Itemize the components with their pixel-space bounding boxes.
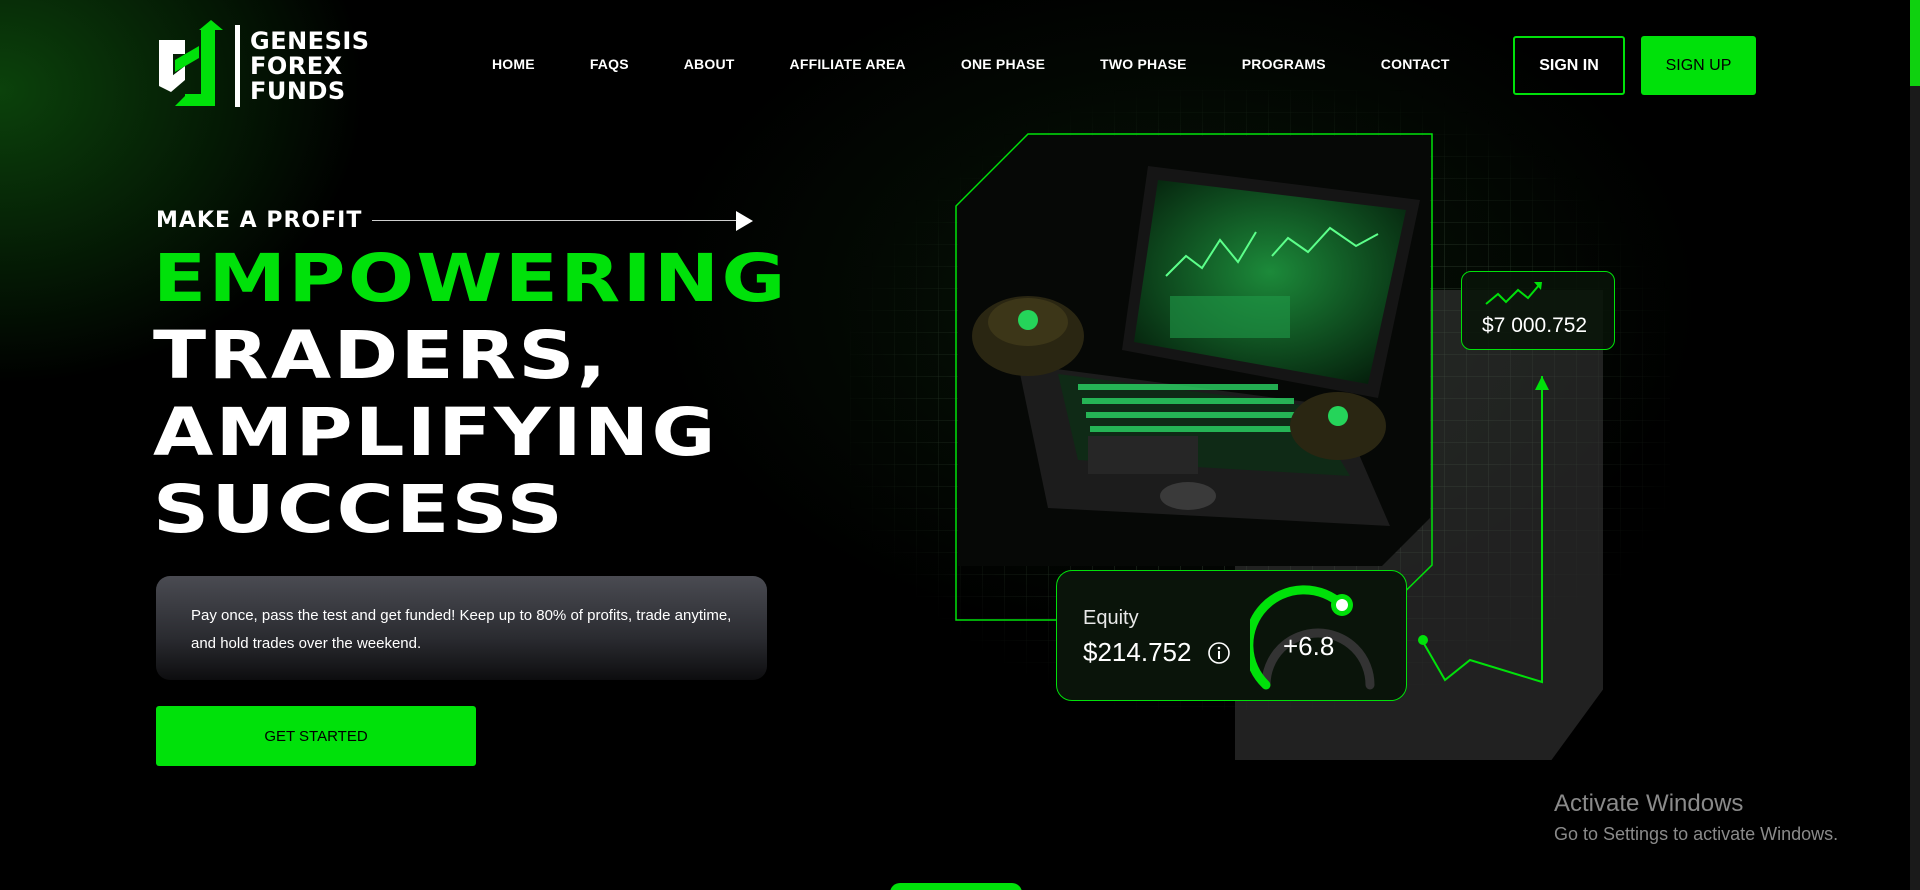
nav-affiliate-area[interactable]: AFFILIATE AREA bbox=[790, 56, 906, 72]
hero-headline: EMPOWERING TRADERS, AMPLIFYING SUCCESS bbox=[153, 240, 788, 548]
value-card-amount: $7 000.752 bbox=[1482, 314, 1588, 337]
get-started-button[interactable]: GET STARTED bbox=[156, 706, 476, 766]
hero-description-box: Pay once, pass the test and get funded! … bbox=[156, 576, 767, 680]
value-card: $7 000.752 bbox=[1461, 271, 1615, 350]
kicker-line bbox=[372, 220, 737, 221]
equity-card: Equity $214.752 +6.8 bbox=[1056, 570, 1407, 701]
nav-programs[interactable]: PROGRAMS bbox=[1242, 56, 1326, 72]
scroll-down-pill[interactable] bbox=[890, 883, 1022, 890]
gauge-value: +6.8 bbox=[1283, 631, 1335, 661]
main-nav: HOME FAQS ABOUT AFFILIATE AREA ONE PHASE… bbox=[492, 56, 1505, 72]
sign-in-button[interactable]: SIGN IN bbox=[1513, 36, 1625, 95]
logo-divider bbox=[235, 25, 240, 107]
laptop-image bbox=[958, 136, 1430, 566]
logo-text: GENESIS FOREX FUNDS bbox=[250, 26, 370, 105]
windows-activation-watermark: Activate Windows Go to Settings to activ… bbox=[1554, 790, 1838, 845]
growth-line bbox=[1418, 376, 1549, 684]
nav-one-phase[interactable]: ONE PHASE bbox=[961, 56, 1045, 72]
scrollbar-thumb[interactable] bbox=[1910, 0, 1920, 86]
logo-mark-icon bbox=[159, 20, 223, 106]
hero-description: Pay once, pass the test and get funded! … bbox=[191, 607, 732, 652]
site-logo[interactable]: GENESIS FOREX FUNDS bbox=[155, 20, 370, 112]
watermark-subtitle: Go to Settings to activate Windows. bbox=[1554, 824, 1839, 844]
nav-about[interactable]: ABOUT bbox=[684, 56, 735, 72]
scrollbar-track[interactable] bbox=[1910, 0, 1920, 890]
nav-home[interactable]: HOME bbox=[492, 56, 535, 72]
nav-faqs[interactable]: FAQS bbox=[590, 56, 629, 72]
equity-value: $214.752 bbox=[1083, 637, 1192, 667]
hero-kicker: MAKE A PROFIT bbox=[156, 208, 754, 233]
watermark-title: Activate Windows bbox=[1554, 790, 1744, 817]
headline-line: AMPLIFYING bbox=[153, 394, 718, 471]
sign-up-button[interactable]: SIGN UP bbox=[1641, 36, 1756, 95]
kicker-text: MAKE A PROFIT bbox=[156, 208, 363, 233]
info-icon[interactable] bbox=[1207, 641, 1231, 665]
headline-line: TRADERS, bbox=[153, 317, 609, 394]
trend-up-icon bbox=[1485, 282, 1542, 305]
nav-two-phase[interactable]: TWO PHASE bbox=[1100, 56, 1187, 72]
equity-label: Equity bbox=[1083, 607, 1139, 629]
headline-line: SUCCESS bbox=[153, 471, 566, 548]
headline-line-green: EMPOWERING bbox=[153, 240, 788, 317]
nav-contact[interactable]: CONTACT bbox=[1381, 56, 1450, 72]
arrow-right-icon bbox=[736, 210, 754, 231]
